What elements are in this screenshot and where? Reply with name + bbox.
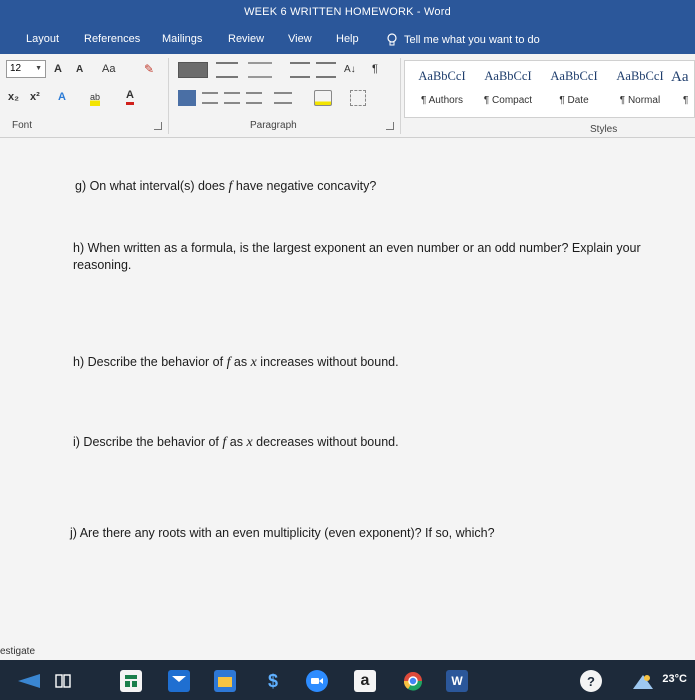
ribbon-divider bbox=[168, 58, 169, 134]
grow-font-button[interactable]: A bbox=[54, 60, 62, 78]
chevron-down-icon: ▼ bbox=[35, 65, 42, 72]
word-icon[interactable]: W bbox=[446, 670, 468, 692]
ribbon-tabs: Layout References Mailings Review View H… bbox=[0, 26, 695, 54]
tab-references[interactable]: References bbox=[84, 33, 140, 45]
decrease-indent-icon[interactable] bbox=[290, 62, 310, 78]
paragraph-group-label: Paragraph bbox=[250, 120, 297, 131]
help-icon[interactable]: ? bbox=[580, 670, 602, 692]
document-page[interactable]: g) On what interval(s) does f have negat… bbox=[0, 138, 695, 660]
calculator-icon[interactable] bbox=[120, 670, 142, 692]
temperature-readout: 23°C bbox=[662, 673, 687, 685]
shading-icon[interactable] bbox=[314, 90, 332, 106]
document-area: g) On what interval(s) does f have negat… bbox=[0, 138, 695, 660]
start-icon[interactable] bbox=[16, 670, 42, 692]
style-name: ¶ Normal bbox=[619, 95, 661, 106]
tell-me-box[interactable]: Tell me what you want to do bbox=[386, 33, 540, 47]
font-color-button[interactable]: A bbox=[126, 88, 134, 105]
ribbon: 12 ▼ A A Aa ✎ x₂ x² A ab A Font A↓ ¶ Par… bbox=[0, 54, 695, 138]
style-sample: AaBbCcI bbox=[550, 69, 598, 83]
question-text: i) Describe the behavior of bbox=[73, 435, 223, 449]
style-sample: Aa bbox=[671, 69, 689, 85]
style-sample: AaBbCcI bbox=[616, 69, 664, 83]
style-date[interactable]: AaBbCcI ¶ Date bbox=[541, 69, 607, 111]
dollar-app-icon[interactable]: $ bbox=[262, 670, 284, 692]
styles-gallery: AaBbCcI ¶ Authors AaBbCcI ¶ Compact AaBb… bbox=[404, 60, 695, 118]
tab-layout[interactable]: Layout bbox=[26, 33, 59, 45]
left-edge-text: estigate bbox=[0, 646, 36, 657]
ribbon-divider bbox=[400, 58, 401, 134]
lightbulb-icon bbox=[387, 33, 397, 46]
task-view-icon[interactable] bbox=[52, 670, 74, 692]
numbering-icon[interactable] bbox=[216, 62, 238, 78]
question-text: h) When written as a formula, is the lar… bbox=[73, 241, 641, 272]
style-authors[interactable]: AaBbCcI ¶ Authors bbox=[409, 69, 475, 111]
align-left-icon[interactable] bbox=[178, 90, 196, 106]
amazon-icon[interactable]: a bbox=[354, 670, 376, 692]
style-name: ¶ Date bbox=[559, 95, 589, 106]
font-size-value: 12 bbox=[10, 63, 22, 74]
subscript-button[interactable]: x₂ bbox=[8, 88, 19, 106]
highlight-button[interactable]: ab bbox=[90, 88, 101, 106]
change-case-button[interactable]: Aa bbox=[102, 60, 115, 78]
question-text: increases without bound. bbox=[256, 355, 399, 369]
style-partial[interactable]: Aa ¶ bbox=[671, 69, 695, 111]
font-size-select[interactable]: 12 ▼ bbox=[6, 60, 46, 78]
tell-me-text: Tell me what you want to do bbox=[404, 34, 540, 46]
styles-group-label: Styles bbox=[590, 124, 618, 135]
question-text: have negative concavity? bbox=[232, 179, 377, 193]
shrink-font-button[interactable]: A bbox=[76, 60, 83, 78]
superscript-button[interactable]: x² bbox=[30, 88, 40, 106]
borders-icon[interactable] bbox=[350, 90, 366, 106]
window-title: WEEK 6 WRITTEN HOMEWORK - Word bbox=[244, 6, 451, 18]
line-spacing-icon[interactable] bbox=[274, 92, 292, 104]
chrome-icon[interactable] bbox=[402, 670, 424, 692]
zoom-icon[interactable] bbox=[306, 670, 328, 692]
tab-review[interactable]: Review bbox=[228, 33, 264, 45]
question-text: decreases without bound. bbox=[252, 435, 399, 449]
question-text: h) Describe the behavior of bbox=[73, 355, 227, 369]
question-text: as bbox=[226, 435, 247, 449]
question-i: i) Describe the behavior of f as x decre… bbox=[73, 434, 399, 451]
question-g: g) On what interval(s) does f have negat… bbox=[75, 178, 376, 195]
question-j: j) Are there any roots with an even mult… bbox=[70, 525, 495, 542]
tab-help[interactable]: Help bbox=[336, 33, 359, 45]
taskbar: $ a W ? 23°C bbox=[0, 660, 695, 700]
show-formatting-button[interactable]: ¶ bbox=[372, 60, 378, 78]
font-dialog-launcher-icon[interactable] bbox=[154, 122, 162, 130]
style-sample: AaBbCcI bbox=[484, 69, 532, 83]
style-name: ¶ Authors bbox=[420, 95, 464, 106]
question-h-exponent: h) When written as a formula, is the lar… bbox=[73, 240, 673, 274]
mail-icon[interactable] bbox=[168, 670, 190, 692]
weather-icon bbox=[632, 670, 654, 692]
justify-icon[interactable] bbox=[246, 92, 262, 104]
tab-view[interactable]: View bbox=[288, 33, 312, 45]
question-text: g) On what interval(s) does bbox=[75, 179, 229, 193]
font-group-label: Font bbox=[12, 120, 33, 131]
bullets-icon[interactable] bbox=[178, 62, 208, 78]
file-explorer-icon[interactable] bbox=[214, 670, 236, 692]
style-name: ¶ bbox=[683, 95, 689, 106]
question-text: as bbox=[230, 355, 251, 369]
clear-formatting-icon[interactable]: ✎ bbox=[144, 60, 154, 78]
sort-button[interactable]: A↓ bbox=[344, 60, 356, 78]
align-center-icon[interactable] bbox=[202, 92, 218, 104]
title-bar: WEEK 6 WRITTEN HOMEWORK - Word bbox=[0, 0, 695, 26]
multilevel-list-icon[interactable] bbox=[248, 62, 272, 78]
style-compact[interactable]: AaBbCcI ¶ Compact bbox=[475, 69, 541, 111]
style-sample: AaBbCcI bbox=[418, 69, 466, 83]
align-right-icon[interactable] bbox=[224, 92, 240, 104]
question-h-behavior: h) Describe the behavior of f as x incre… bbox=[73, 354, 399, 371]
question-text: j) Are there any roots with an even mult… bbox=[70, 526, 495, 540]
style-normal[interactable]: AaBbCcI ¶ Normal bbox=[607, 69, 673, 111]
paragraph-dialog-launcher-icon[interactable] bbox=[386, 122, 394, 130]
text-effects-button[interactable]: A bbox=[58, 88, 66, 106]
style-name: ¶ Compact bbox=[483, 95, 533, 106]
increase-indent-icon[interactable] bbox=[316, 62, 336, 78]
tab-mailings[interactable]: Mailings bbox=[162, 33, 202, 45]
